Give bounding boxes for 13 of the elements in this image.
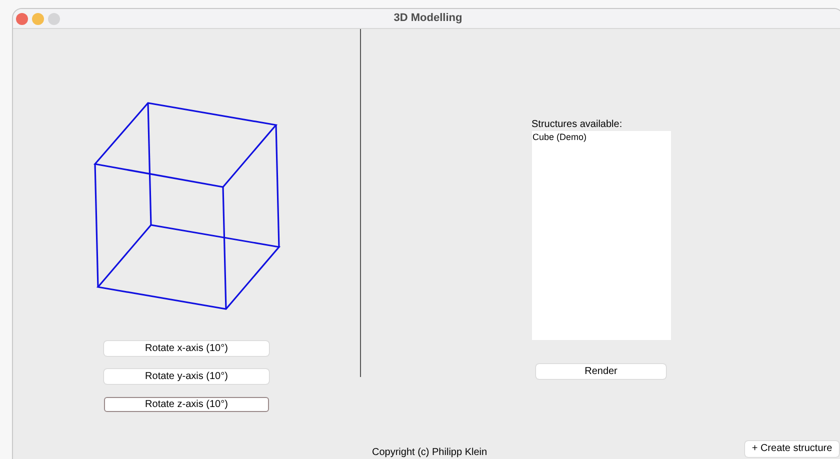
render-button[interactable]: Render bbox=[536, 364, 666, 379]
minimize-icon[interactable] bbox=[32, 12, 44, 24]
window-title: 3D Modelling bbox=[394, 11, 462, 26]
copyright-text: Copyright (c) Philipp Klein bbox=[372, 446, 488, 459]
zoom-icon[interactable] bbox=[48, 12, 60, 24]
list-item[interactable]: Cube (Demo) bbox=[532, 131, 670, 143]
structure-list[interactable]: Cube (Demo) bbox=[532, 131, 670, 340]
close-icon[interactable] bbox=[16, 12, 28, 24]
create-structure-button[interactable]: + Create structure bbox=[745, 441, 839, 457]
rotate-button[interactable]: Rotate y-axis (10°) bbox=[104, 369, 269, 384]
rotate-button[interactable]: Rotate z-axis (10°) bbox=[104, 397, 269, 412]
list-label: Structures available: bbox=[532, 118, 624, 131]
rotate-button[interactable]: Rotate x-axis (10°) bbox=[104, 341, 269, 356]
